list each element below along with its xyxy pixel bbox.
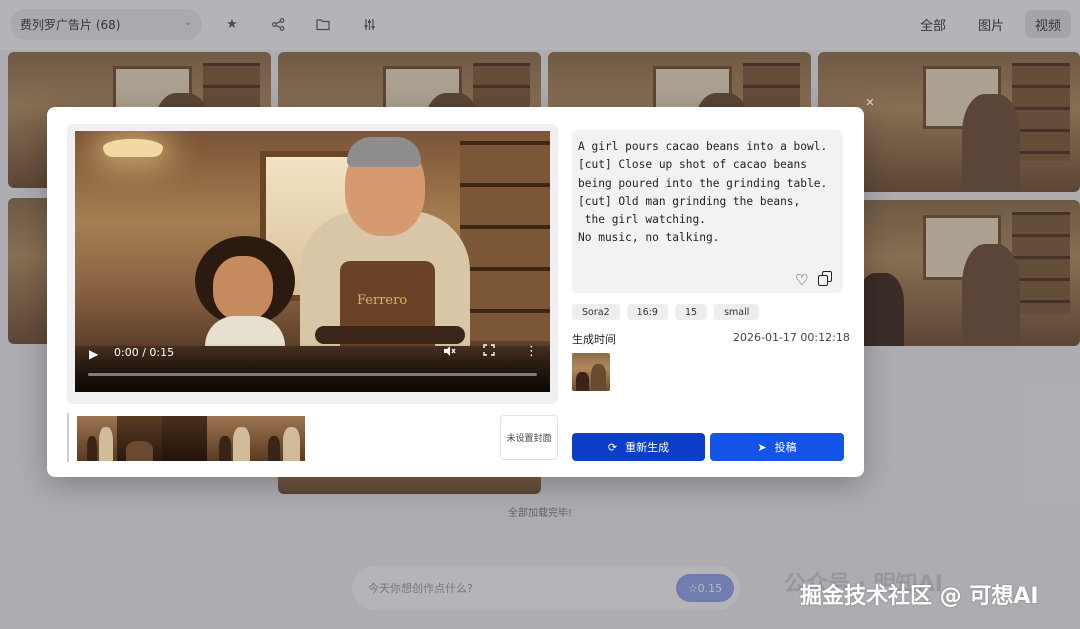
generation-time-value: 2026-01-17 00:12:18	[733, 331, 850, 344]
frame-filmstrip[interactable]	[67, 413, 313, 462]
film-frame	[117, 416, 162, 461]
mute-icon[interactable]	[443, 345, 456, 360]
video-container: Ferrero ▶ 0:00 / 0:15 ⋮	[67, 124, 558, 404]
more-vertical-icon[interactable]: ⋮	[525, 344, 538, 359]
film-frame	[77, 416, 117, 461]
tag-duration: 15	[674, 304, 708, 320]
tag-model: Sora2	[572, 304, 620, 320]
submit-button[interactable]: ➤ 投稿	[710, 433, 844, 461]
play-icon[interactable]: ▶	[89, 347, 98, 361]
video-progress-bar[interactable]	[88, 373, 537, 376]
param-tags: Sora2 16:9 15 small	[572, 304, 760, 320]
film-frame	[207, 416, 255, 461]
set-cover-button[interactable]: 未设置封面	[500, 415, 558, 460]
heart-icon[interactable]: ♡	[795, 271, 808, 289]
watermark: 掘金技术社区 @ 可想AI	[800, 584, 1039, 609]
tag-ratio: 16:9	[626, 304, 668, 320]
tag-size: small	[714, 304, 760, 320]
reference-image[interactable]	[572, 353, 610, 391]
video-time: 0:00 / 0:15	[114, 346, 175, 359]
refresh-icon: ⟳	[607, 440, 618, 454]
apron-logo-text: Ferrero	[357, 293, 408, 308]
fullscreen-icon[interactable]	[483, 344, 495, 360]
submit-label: 投稿	[774, 441, 797, 454]
video-player[interactable]: Ferrero ▶ 0:00 / 0:15 ⋮	[75, 131, 550, 392]
regenerate-button[interactable]: ⟳ 重新生成	[572, 433, 705, 461]
film-frame	[255, 416, 305, 461]
detail-modal: Ferrero ▶ 0:00 / 0:15 ⋮ 未设置封面 A girl pou…	[47, 107, 864, 477]
close-icon[interactable]: ✕	[863, 96, 877, 110]
film-frame	[162, 416, 207, 461]
prompt-text: A girl pours cacao beans into a bowl. [c…	[578, 140, 828, 245]
copy-icon[interactable]	[818, 271, 833, 286]
send-icon: ➤	[757, 440, 767, 454]
prompt-box: A girl pours cacao beans into a bowl. [c…	[572, 130, 843, 293]
generation-time-label: 生成时间	[572, 333, 616, 346]
regenerate-label: 重新生成	[625, 441, 670, 454]
